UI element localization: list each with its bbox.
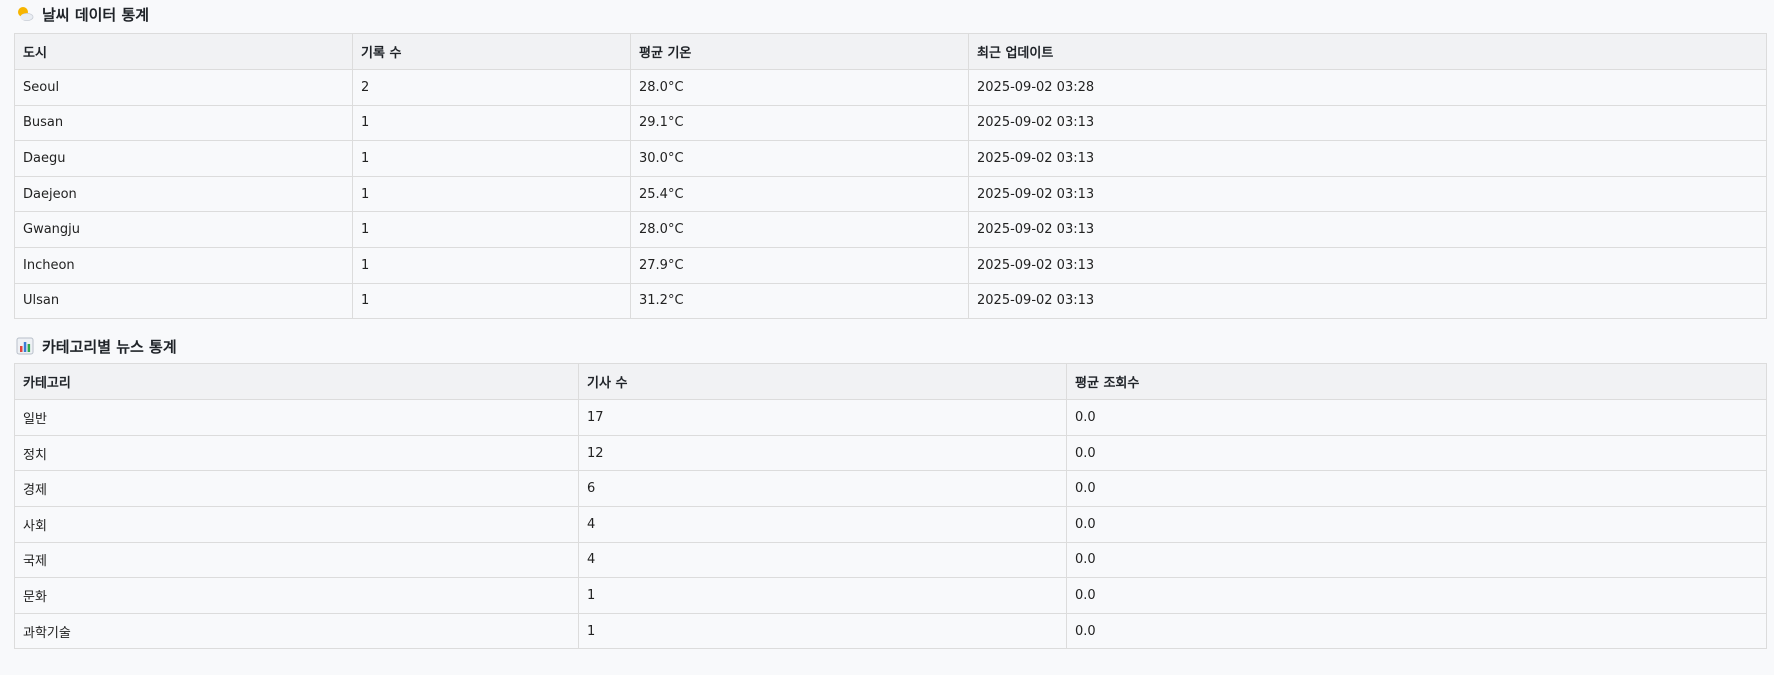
updated-cell: 2025-09-02 03:13: [968, 246, 1767, 284]
updated-cell: 2025-09-02 03:13: [968, 175, 1767, 213]
record-count-cell: 1: [352, 282, 631, 320]
avg-temp-cell: 31.2°C: [630, 282, 969, 320]
category-cell: 일반: [14, 399, 579, 436]
avg-views-cell: 0.0: [1066, 470, 1767, 507]
city-cell: Ulsan: [14, 282, 353, 320]
avg-views-cell: 0.0: [1066, 434, 1767, 472]
column-header: 최근 업데이트: [968, 33, 1767, 70]
avg-temp-cell: 30.0°C: [630, 140, 969, 177]
record-count-cell: 1: [352, 104, 631, 142]
city-cell: Gwangju: [14, 211, 353, 248]
table-row: 문화 1 0.0: [14, 577, 1767, 614]
table-header-row: 카테고리 기사 수 평균 조회수: [14, 363, 1767, 401]
weather-title: 날씨 데이터 통계: [42, 5, 150, 24]
record-count-cell: 1: [352, 246, 631, 284]
table-row: 경제 6 0.0: [14, 470, 1767, 507]
table-header-row: 도시 기록 수 평균 기온 최근 업데이트: [14, 33, 1767, 70]
weather-section-title: 날씨 데이터 통계: [14, 1, 1760, 27]
table-row: Seoul 2 28.0°C 2025-09-02 03:28: [14, 69, 1767, 106]
sun-behind-cloud-icon: [16, 5, 34, 23]
avg-temp-cell: 27.9°C: [630, 246, 969, 284]
table-row: 일반 17 0.0: [14, 399, 1767, 436]
city-cell: Busan: [14, 104, 353, 142]
city-cell: Daegu: [14, 140, 353, 177]
city-cell: Seoul: [14, 69, 353, 106]
article-count-cell: 17: [578, 399, 1067, 436]
category-cell: 문화: [14, 577, 579, 614]
column-header: 카테고리: [14, 363, 579, 401]
avg-temp-cell: 29.1°C: [630, 104, 969, 142]
updated-cell: 2025-09-02 03:13: [968, 282, 1767, 320]
record-count-cell: 1: [352, 211, 631, 248]
table-row: Ulsan 1 31.2°C 2025-09-02 03:13: [14, 282, 1767, 320]
news-section-title: 카테고리별 뉴스 통계: [14, 333, 1760, 359]
column-header: 평균 기온: [630, 33, 969, 70]
category-cell: 사회: [14, 505, 579, 543]
updated-cell: 2025-09-02 03:13: [968, 104, 1767, 142]
avg-views-cell: 0.0: [1066, 399, 1767, 436]
avg-views-cell: 0.0: [1066, 577, 1767, 614]
table-row: Daegu 1 30.0°C 2025-09-02 03:13: [14, 140, 1767, 177]
table-row: 국제 4 0.0: [14, 541, 1767, 579]
table-row: 사회 4 0.0: [14, 505, 1767, 543]
category-cell: 정치: [14, 434, 579, 472]
article-count-cell: 6: [578, 470, 1067, 507]
weather-table: 도시 기록 수 평균 기온 최근 업데이트 Seoul 2 28.0°C 202…: [14, 33, 1767, 320]
record-count-cell: 1: [352, 140, 631, 177]
city-cell: Daejeon: [14, 175, 353, 213]
avg-views-cell: 0.0: [1066, 505, 1767, 543]
table-row: Busan 1 29.1°C 2025-09-02 03:13: [14, 104, 1767, 142]
category-cell: 경제: [14, 470, 579, 507]
city-cell: Incheon: [14, 246, 353, 284]
avg-temp-cell: 28.0°C: [630, 211, 969, 248]
table-row: 과학기술 1 0.0: [14, 612, 1767, 650]
article-count-cell: 1: [578, 612, 1067, 650]
table-row: Daejeon 1 25.4°C 2025-09-02 03:13: [14, 175, 1767, 213]
category-cell: 국제: [14, 541, 579, 579]
updated-cell: 2025-09-02 03:13: [968, 140, 1767, 177]
page: 날씨 데이터 통계 도시 기록 수 평균 기온 최근 업데이트 Seoul 2 …: [0, 1, 1774, 650]
updated-cell: 2025-09-02 03:13: [968, 211, 1767, 248]
record-count-cell: 1: [352, 175, 631, 213]
article-count-cell: 4: [578, 505, 1067, 543]
article-count-cell: 12: [578, 434, 1067, 472]
avg-views-cell: 0.0: [1066, 541, 1767, 579]
news-table: 카테고리 기사 수 평균 조회수 일반 17 0.0 정치 12 0.0 경제 …: [14, 363, 1767, 650]
table-row: 정치 12 0.0: [14, 434, 1767, 472]
updated-cell: 2025-09-02 03:28: [968, 69, 1767, 106]
column-header: 기사 수: [578, 363, 1067, 401]
avg-temp-cell: 28.0°C: [630, 69, 969, 106]
bar-chart-icon: [16, 337, 34, 355]
column-header: 기록 수: [352, 33, 631, 70]
article-count-cell: 1: [578, 577, 1067, 614]
column-header: 평균 조회수: [1066, 363, 1767, 401]
column-header: 도시: [14, 33, 353, 70]
article-count-cell: 4: [578, 541, 1067, 579]
news-title: 카테고리별 뉴스 통계: [42, 337, 177, 356]
record-count-cell: 2: [352, 69, 631, 106]
avg-views-cell: 0.0: [1066, 612, 1767, 650]
category-cell: 과학기술: [14, 612, 579, 650]
table-row: Gwangju 1 28.0°C 2025-09-02 03:13: [14, 211, 1767, 248]
table-row: Incheon 1 27.9°C 2025-09-02 03:13: [14, 246, 1767, 284]
avg-temp-cell: 25.4°C: [630, 175, 969, 213]
